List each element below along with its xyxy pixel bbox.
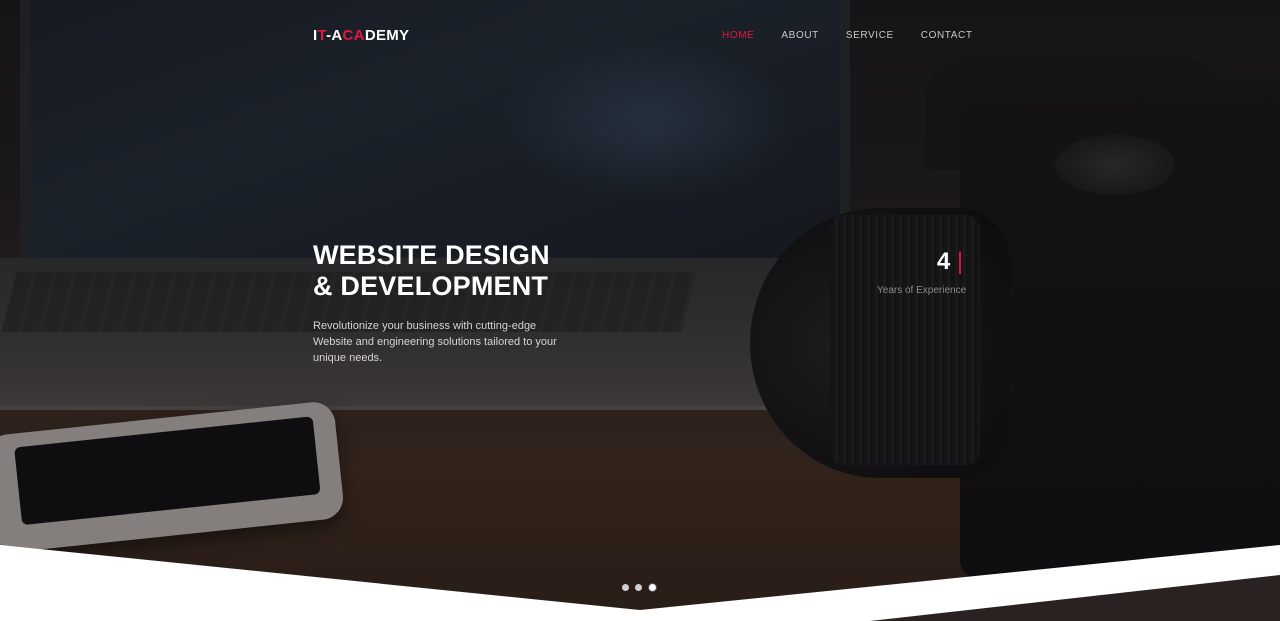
experience-number: 4 [936,248,951,275]
site-logo[interactable]: IT-ACADEMY [313,27,409,44]
nav-about-link[interactable]: ABOUT [781,30,818,41]
hero-section [0,0,1280,621]
slider-dot-2[interactable] [635,584,642,591]
experience-label: Years of Experience [877,285,967,296]
hero-title-line-2: & DEVELOPMENT [313,271,549,301]
experience-value: 4 | [905,248,995,276]
hero-title: WEBSITE DESIGN & DEVELOPMENT [313,240,550,302]
typing-cursor: | [956,248,964,275]
logo-part-3: -A [326,27,343,44]
slider-dot-3-active[interactable] [648,583,657,592]
experience-counter: 4 | [905,248,995,276]
bottom-angled-divider [0,545,1280,621]
nav-service-link[interactable]: SERVICE [846,30,894,41]
logo-part-2: T [317,27,327,44]
logo-part-5: DEMY [364,27,410,44]
nav-home-link[interactable]: HOME [722,30,754,41]
hero-title-line-1: WEBSITE DESIGN [313,240,550,270]
slider-dot-1[interactable] [622,584,629,591]
nav-contact-link[interactable]: CONTACT [921,30,973,41]
hero-description: Revolutionize your business with cutting… [313,320,557,364]
logo-part-4: CA [342,27,365,44]
slider-pagination [622,583,657,592]
main-nav: HOME ABOUT SERVICE CONTACT [722,30,1000,41]
